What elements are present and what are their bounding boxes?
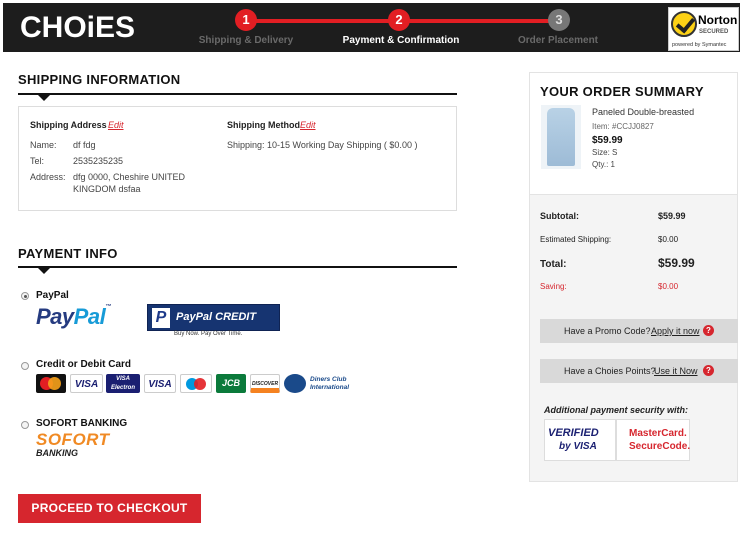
verified-by-visa-logo[interactable]: VERIFIED by VISA	[544, 419, 616, 461]
choies-logo[interactable]: CHOiES	[20, 11, 135, 45]
total-value: $59.99	[658, 256, 695, 270]
product-size: Size: S	[592, 148, 618, 157]
card-label[interactable]: Credit or Debit Card	[36, 359, 131, 370]
promo-code-bar[interactable]: Have a Promo Code? Apply it now ?	[540, 319, 738, 343]
step-2-circle: 2	[388, 9, 410, 31]
product-name[interactable]: Paneled Double-breasted	[592, 107, 694, 117]
order-summary-panel: YOUR ORDER SUMMARY Paneled Double-breast…	[529, 72, 738, 482]
divider-notch-icon	[38, 268, 50, 274]
paypal-logo[interactable]: PayPal™	[36, 304, 111, 330]
paypal-credit-tagline: Buy Now. Pay Over Time.	[174, 331, 243, 337]
address-line-2: KINGDOM dsfaa	[73, 184, 141, 194]
edit-method-link[interactable]: Edit	[300, 120, 316, 130]
saving-key: Saving:	[540, 282, 567, 291]
section-divider	[18, 93, 457, 95]
apply-promo-link[interactable]: Apply it now	[651, 319, 700, 343]
norton-secured-badge[interactable]: Norton SECURED powered by Symantec	[668, 7, 739, 51]
mastercard-securecode-logo[interactable]: MasterCard. SecureCode.	[616, 419, 690, 461]
sofort-logo[interactable]: SOFORT	[36, 430, 110, 450]
edit-address-link[interactable]: Edit	[108, 120, 124, 130]
est-shipping-key: Estimated Shipping:	[540, 235, 612, 244]
step-1-circle: 1	[235, 9, 257, 31]
shipping-address-label: Shipping Address	[30, 120, 107, 130]
tel-key: Tel:	[30, 156, 45, 166]
subtotal-value: $59.99	[658, 211, 686, 221]
paypal-radio[interactable]	[21, 292, 29, 300]
dress-image	[547, 108, 575, 166]
section-divider	[18, 266, 457, 268]
visa-electron-icon: VISA Electron	[106, 374, 140, 393]
maestro-icon	[180, 374, 212, 393]
checkmark-icon	[671, 11, 697, 37]
diners-club-icon: Diners Club International	[284, 374, 356, 393]
progress-line-1	[246, 19, 400, 23]
card-radio[interactable]	[21, 362, 29, 370]
security-title: Additional payment security with:	[544, 405, 689, 415]
paypal-p-icon: P	[152, 308, 170, 328]
use-points-link[interactable]: Use it Now	[654, 359, 698, 383]
header-bar: CHOiES 1 Shipping & Delivery 2 Payment &…	[3, 3, 740, 52]
step-3-label: Order Placement	[517, 35, 599, 46]
shipping-method-value: Shipping: 10-15 Working Day Shipping ( $…	[227, 140, 418, 150]
paypal-credit-logo[interactable]: P PayPal CREDIT	[147, 304, 280, 331]
address-line-1: dfg 0000, Cheshire UNITED	[73, 172, 186, 182]
order-summary-title: YOUR ORDER SUMMARY	[540, 84, 704, 99]
sofort-label[interactable]: SOFORT BANKING	[36, 418, 127, 429]
divider-notch-icon	[38, 95, 50, 101]
step-3-circle: 3	[548, 9, 570, 31]
progress-line-2	[400, 19, 560, 23]
step-1-label: Shipping & Delivery	[198, 35, 294, 46]
product-item-number: Item: #CCJJ0827	[592, 122, 654, 131]
jcb-icon: JCB	[216, 374, 246, 393]
shipping-info-box: Shipping Address Edit Name: df fdg Tel: …	[18, 106, 457, 211]
name-key: Name:	[30, 140, 57, 150]
product-thumbnail[interactable]	[541, 105, 581, 169]
shipping-info-title: SHIPPING INFORMATION	[18, 72, 181, 87]
help-icon[interactable]: ?	[703, 325, 714, 336]
discover-icon: DISCOVER	[250, 374, 280, 393]
visa-icon: VISA	[70, 374, 103, 393]
name-value: df fdg	[73, 140, 96, 150]
sofort-radio[interactable]	[21, 421, 29, 429]
paypal-label[interactable]: PayPal	[36, 290, 69, 301]
step-2-label: Payment & Confirmation	[342, 35, 460, 46]
saving-value: $0.00	[658, 282, 679, 291]
subtotal-key: Subtotal:	[540, 211, 579, 221]
address-key: Address:	[30, 172, 66, 182]
product-qty: Qty.: 1	[592, 160, 615, 169]
proceed-to-checkout-button[interactable]: PROCEED TO CHECKOUT	[18, 494, 201, 523]
mastercard-icon	[36, 374, 66, 393]
payment-info-title: PAYMENT INFO	[18, 246, 118, 261]
choies-points-bar[interactable]: Have a Choies Points? Use it Now ?	[540, 359, 738, 383]
help-icon[interactable]: ?	[703, 365, 714, 376]
product-price: $59.99	[592, 135, 623, 146]
shipping-method-label: Shipping Method	[227, 120, 300, 130]
est-shipping-value: $0.00	[658, 235, 679, 244]
total-key: Total:	[540, 259, 567, 270]
tel-value: 2535235235	[73, 156, 124, 166]
sofort-banking-text: BANKING	[36, 448, 78, 458]
visa-debit-icon: VISA	[144, 374, 176, 393]
